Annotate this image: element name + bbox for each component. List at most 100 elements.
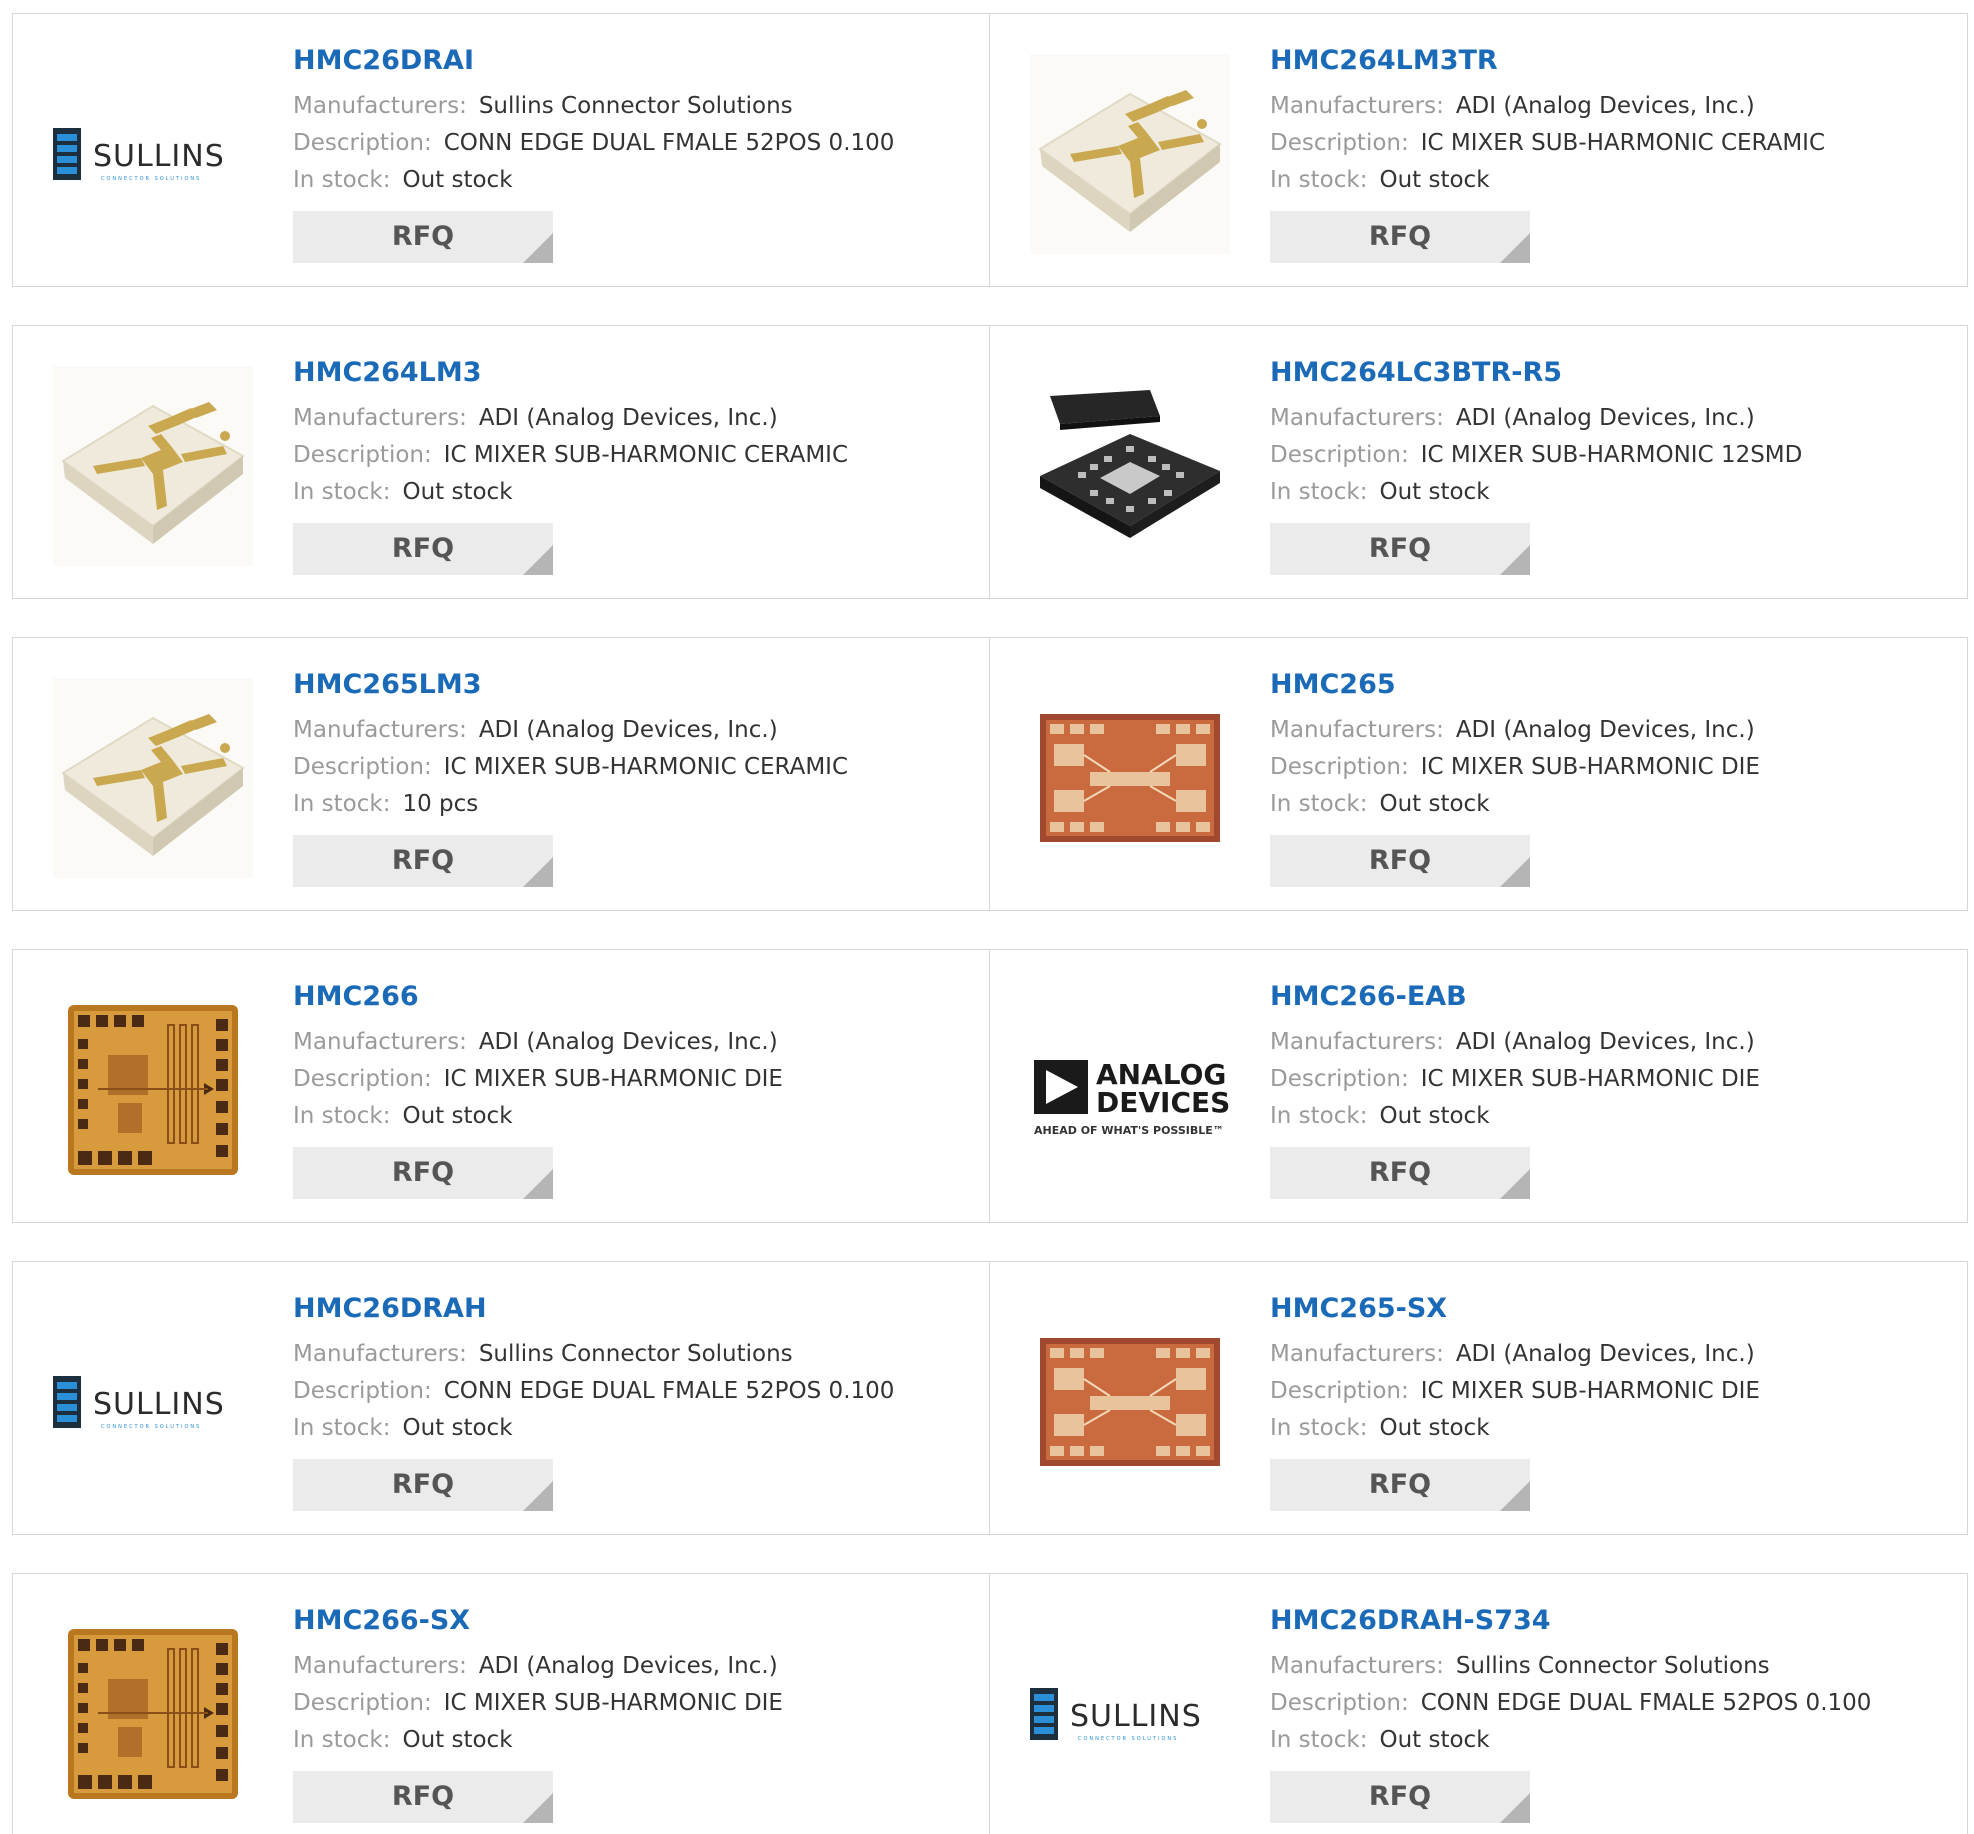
description-line: Description: IC MIXER SUB-HARMONIC CERAMI… [293,749,969,786]
rfq-button[interactable]: RFQ [293,523,553,575]
product-image[interactable]: ANALOG DEVICES AHEAD OF WHAT'S POSSIBLE™ [1030,990,1230,1190]
description-label: Description: [293,1378,432,1404]
description-line: Description: IC MIXER SUB-HARMONIC DIE [1270,1373,1947,1410]
product-title-link[interactable]: HMC264LM3TR [1270,44,1947,78]
rfq-button[interactable]: RFQ [1270,1771,1530,1823]
product-image[interactable] [53,990,253,1190]
manufacturer-line: Manufacturers: ADI (Analog Devices, Inc.) [1270,400,1947,437]
product-info: HMC266 Manufacturers: ADI (Analog Devices… [293,980,969,1199]
product-image[interactable] [1030,54,1230,254]
sullins-logo: SULLINS CONNECTOR SOLUTIONS [53,128,225,182]
product-info: HMC265LM3 Manufacturers: ADI (Analog Devi… [293,668,969,887]
stock-line: In stock: Out stock [293,1098,969,1135]
product-image[interactable] [1030,366,1230,566]
product-row: HMC265LM3 Manufacturers: ADI (Analog Devi… [12,637,1969,911]
rfq-button[interactable]: RFQ [1270,835,1530,887]
rfq-button[interactable]: RFQ [1270,1459,1530,1511]
description-label: Description: [1270,1066,1409,1092]
stock-value: Out stock [402,1727,513,1753]
stock-value: Out stock [1379,1727,1490,1753]
product-title-link[interactable]: HMC265LM3 [293,668,969,702]
stock-line: In stock: Out stock [1270,474,1947,511]
rfq-button[interactable]: RFQ [293,835,553,887]
product-image[interactable]: SULLINS CONNECTOR SOLUTIONS [53,54,253,254]
description-value: IC MIXER SUB-HARMONIC CERAMIC [443,442,849,468]
sullins-logo-text: SULLINS [93,139,225,174]
product-title-link[interactable]: HMC264LM3 [293,356,969,390]
manufacturer-value: ADI (Analog Devices, Inc.) [1455,1029,1755,1055]
analog-devices-logo-line2: DEVICES [1096,1086,1230,1119]
product-title-link[interactable]: HMC26DRAI [293,44,969,78]
product-title-link[interactable]: HMC266 [293,980,969,1014]
product-image[interactable]: SULLINS CONNECTOR SOLUTIONS [53,1302,253,1502]
product-info: HMC265-SX Manufacturers: ADI (Analog Devi… [1270,1292,1947,1511]
description-value: IC MIXER SUB-HARMONIC CERAMIC [1420,130,1826,156]
product-title-link[interactable]: HMC26DRAH-S734 [1270,1604,1947,1638]
description-label: Description: [293,1690,432,1716]
product-image[interactable] [53,1614,253,1814]
product-image[interactable] [53,678,253,878]
corner-triangle-icon [523,1793,553,1823]
product-image[interactable] [53,366,253,566]
rfq-button-label: RFQ [1368,1781,1432,1812]
product-title-link[interactable]: HMC266-EAB [1270,980,1947,1014]
description-line: Description: IC MIXER SUB-HARMONIC DIE [1270,749,1947,786]
rfq-button-label: RFQ [391,1469,455,1500]
product-title-link[interactable]: HMC26DRAH [293,1292,969,1326]
manufacturer-value: ADI (Analog Devices, Inc.) [1455,405,1755,431]
product-image[interactable]: SULLINS CONNECTOR SOLUTIONS [1030,1614,1230,1814]
product-row: HMC264LM3 Manufacturers: ADI (Analog Devi… [12,325,1969,599]
description-line: Description: CONN EDGE DUAL FMALE 52POS 0… [293,1373,969,1410]
description-value: IC MIXER SUB-HARMONIC DIE [1420,1378,1760,1404]
product-title-link[interactable]: HMC265-SX [1270,1292,1947,1326]
stock-value: Out stock [1379,167,1490,193]
product-title-link[interactable]: HMC265 [1270,668,1947,702]
stock-label: In stock: [293,1415,391,1441]
manufacturer-label: Manufacturers: [293,405,467,431]
manufacturer-value: ADI (Analog Devices, Inc.) [478,717,778,743]
manufacturer-label: Manufacturers: [1270,1341,1444,1367]
product-title-link[interactable]: HMC264LC3BTR-R5 [1270,356,1947,390]
manufacturer-line: Manufacturers: ADI (Analog Devices, Inc.) [293,1648,969,1685]
stock-line: In stock: Out stock [293,474,969,511]
manufacturer-label: Manufacturers: [293,1341,467,1367]
product-card: ANALOG DEVICES AHEAD OF WHAT'S POSSIBLE™… [990,949,1968,1223]
manufacturer-value: ADI (Analog Devices, Inc.) [1455,717,1755,743]
stock-line: In stock: Out stock [293,1722,969,1759]
corner-triangle-icon [1500,857,1530,887]
rfq-button[interactable]: RFQ [293,1147,553,1199]
sullins-logo-text: SULLINS [93,1387,225,1422]
product-card: HMC265 Manufacturers: ADI (Analog Devices… [990,637,1968,911]
product-card: HMC264LM3 Manufacturers: ADI (Analog Devi… [12,325,990,599]
manufacturer-value: Sullins Connector Solutions [1455,1653,1770,1679]
sullins-logo: SULLINS CONNECTOR SOLUTIONS [53,1376,225,1430]
product-image[interactable] [1030,678,1230,878]
rfq-button[interactable]: RFQ [293,211,553,263]
die-photo [1040,714,1220,842]
rfq-button[interactable]: RFQ [293,1771,553,1823]
product-row: SULLINS CONNECTOR SOLUTIONS HMC26DRAI Ma… [12,13,1969,287]
product-info: HMC264LM3 Manufacturers: ADI (Analog Devi… [293,356,969,575]
stock-label: In stock: [1270,1415,1368,1441]
sullins-logo: SULLINS CONNECTOR SOLUTIONS [1030,1688,1201,1742]
description-value: CONN EDGE DUAL FMALE 52POS 0.100 [443,1378,895,1404]
stock-label: In stock: [293,791,391,817]
product-title-link[interactable]: HMC266-SX [293,1604,969,1638]
manufacturer-line: Manufacturers: ADI (Analog Devices, Inc.) [293,712,969,749]
product-info: HMC26DRAI Manufacturers: Sullins Connecto… [293,44,969,263]
product-info: HMC264LM3TR Manufacturers: ADI (Analog De… [1270,44,1947,263]
manufacturer-line: Manufacturers: ADI (Analog Devices, Inc.) [1270,1336,1947,1373]
rfq-button-label: RFQ [391,221,455,252]
rfq-button[interactable]: RFQ [1270,1147,1530,1199]
description-value: CONN EDGE DUAL FMALE 52POS 0.100 [1420,1690,1872,1716]
manufacturer-value: Sullins Connector Solutions [478,1341,793,1367]
product-card: HMC264LM3TR Manufacturers: ADI (Analog De… [990,13,1968,287]
rfq-button[interactable]: RFQ [1270,211,1530,263]
stock-line: In stock: Out stock [1270,1410,1947,1447]
description-line: Description: IC MIXER SUB-HARMONIC DIE [293,1685,969,1722]
rfq-button[interactable]: RFQ [293,1459,553,1511]
product-info: HMC26DRAH-S734 Manufacturers: Sullins Con… [1270,1604,1947,1823]
product-image[interactable] [1030,1302,1230,1502]
stock-value: Out stock [1379,479,1490,505]
rfq-button[interactable]: RFQ [1270,523,1530,575]
